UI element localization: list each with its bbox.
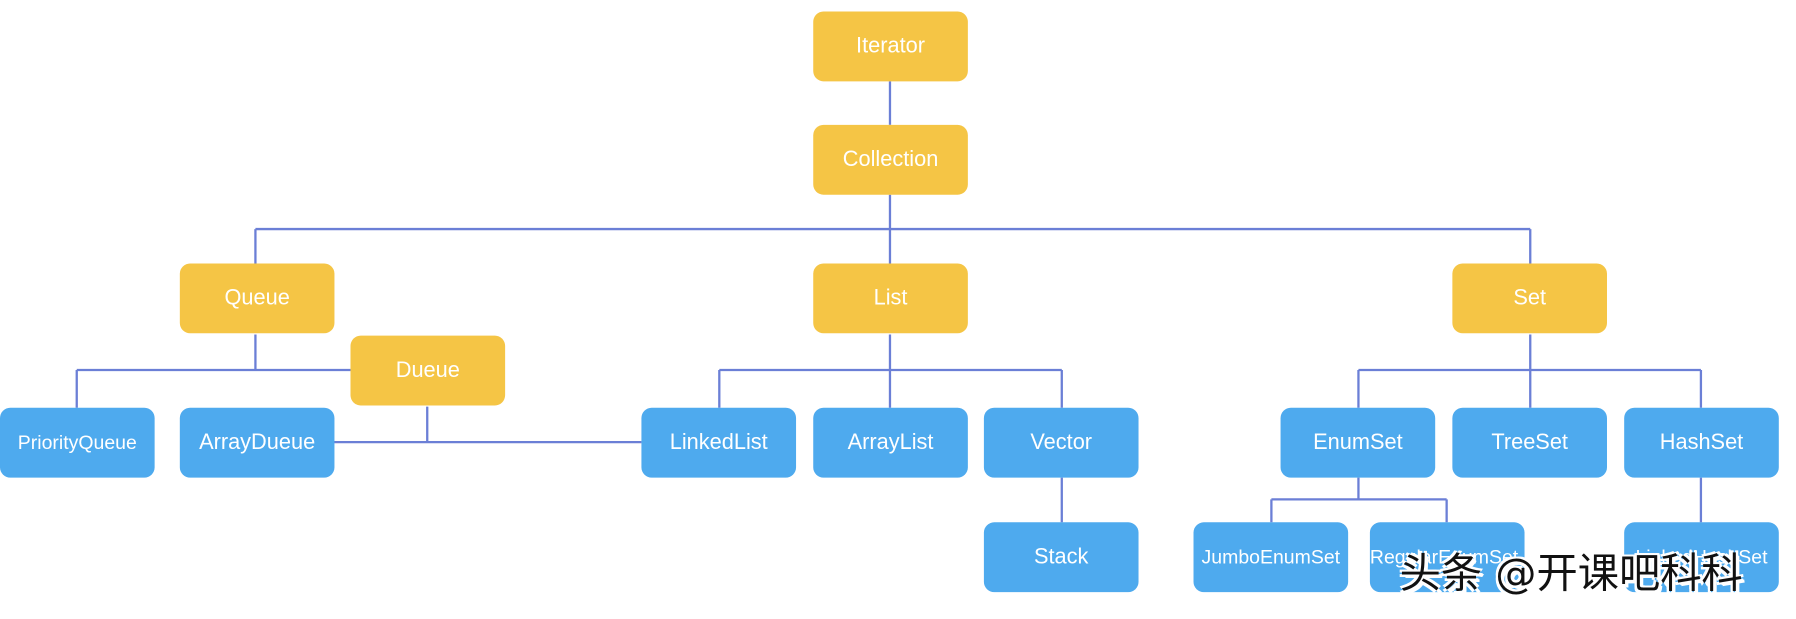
node-linkedlist: LinkedList xyxy=(641,407,797,478)
node-queue: Queue xyxy=(179,263,335,334)
connector-set-children xyxy=(1357,334,1703,408)
node-priorityqueue: PriorityQueue xyxy=(0,407,155,478)
watermark: 头条 @开课吧科科 xyxy=(1399,550,1743,598)
node-list: List xyxy=(813,263,968,334)
connector-queue-children xyxy=(75,334,351,408)
node-collection: Collection xyxy=(813,124,968,195)
node-vector: Vector xyxy=(983,407,1139,478)
node-jumboenumset: JumboEnumSet xyxy=(1193,522,1349,593)
node-treeset: TreeSet xyxy=(1452,407,1607,478)
node-enumset: EnumSet xyxy=(1280,407,1436,478)
node-stack: Stack xyxy=(983,522,1139,593)
connector-collection-children xyxy=(254,194,1532,264)
node-dueue: Dueue xyxy=(350,335,506,406)
connector-enumset-children xyxy=(1270,477,1448,523)
connector-list-children xyxy=(718,334,1063,408)
connector-dueue-children xyxy=(333,406,642,444)
node-set: Set xyxy=(1452,263,1607,334)
node-arraydueue: ArrayDueue xyxy=(179,407,335,478)
node-arraylist: ArrayList xyxy=(813,407,968,478)
node-hashset: HashSet xyxy=(1624,407,1779,478)
collection-hierarchy-diagram: Iterator Collection Queue List Set Dueue… xyxy=(0,0,1796,619)
node-iterator: Iterator xyxy=(813,11,968,82)
